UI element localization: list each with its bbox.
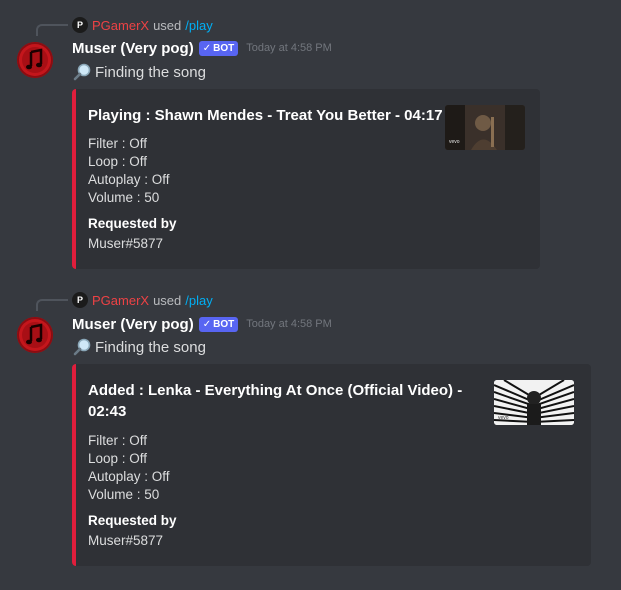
- embed-title-line-2: 02:43: [88, 403, 127, 420]
- avatar[interactable]: [17, 42, 53, 78]
- content-text: Finding the song: [95, 63, 206, 81]
- verified-check-icon: ✓: [202, 42, 212, 54]
- embed-thumbnail[interactable]: vevo: [494, 380, 574, 425]
- reply-context[interactable]: P PGamerX used /play: [72, 291, 213, 309]
- thumbnail-label: vevo: [449, 139, 460, 145]
- embed-thumbnail[interactable]: vevo: [445, 105, 525, 150]
- music-note-icon: [22, 322, 48, 348]
- reply-context[interactable]: P PGamerX used /play: [72, 16, 213, 34]
- reply-command[interactable]: /play: [185, 293, 212, 308]
- embed-line-volume: Volume : 50: [88, 487, 160, 502]
- author-name[interactable]: Muser (Very pog): [72, 40, 194, 57]
- reply-command[interactable]: /play: [185, 18, 212, 33]
- music-note-icon: [22, 47, 48, 73]
- reply-avatar[interactable]: P: [72, 17, 88, 33]
- embed: Playing : Shawn Mendes - Treat You Bette…: [72, 89, 540, 269]
- content-text: Finding the song: [95, 338, 206, 356]
- avatar[interactable]: [17, 317, 53, 353]
- embed-title[interactable]: Added : Lenka - Everything At Once (Offi…: [88, 380, 483, 422]
- reply-used-text: used: [153, 292, 182, 308]
- embed-title[interactable]: Playing : Shawn Mendes - Treat You Bette…: [88, 105, 443, 126]
- embed-field-value: Muser#5877: [88, 533, 164, 548]
- timestamp[interactable]: Today at 4:58 PM: [246, 318, 332, 330]
- reply-username[interactable]: PGamerX: [92, 18, 149, 33]
- message-content: Finding the song: [72, 336, 206, 358]
- embed-line-autoplay: Autoplay : Off: [88, 172, 170, 187]
- message-header: Muser (Very pog) ✓ BOT Today at 4:58 PM: [72, 38, 332, 58]
- embed-line-autoplay: Autoplay : Off: [88, 469, 170, 484]
- reply-avatar[interactable]: P: [72, 292, 88, 308]
- reply-username[interactable]: PGamerX: [92, 293, 149, 308]
- embed: Added : Lenka - Everything At Once (Offi…: [72, 364, 591, 566]
- embed-field-value: Muser#5877: [88, 236, 164, 251]
- verified-check-icon: ✓: [202, 318, 212, 330]
- embed-field-name: Requested by: [88, 513, 177, 528]
- author-name[interactable]: Muser (Very pog): [72, 316, 194, 333]
- reply-connector: [36, 24, 68, 36]
- reply-used-text: used: [153, 17, 182, 33]
- reply-connector: [36, 299, 68, 311]
- bot-tag-label: BOT: [213, 42, 235, 54]
- embed-line-filter: Filter : Off: [88, 433, 148, 448]
- embed-line-loop: Loop : Off: [88, 451, 148, 466]
- embed-line-volume: Volume : 50: [88, 190, 160, 205]
- thumbnail-label: vevo: [498, 415, 509, 421]
- magnifying-glass-icon: [72, 62, 92, 82]
- message-header: Muser (Very pog) ✓ BOT Today at 4:58 PM: [72, 314, 332, 334]
- embed-title-line-1: Added : Lenka - Everything At Once (Offi…: [88, 382, 463, 399]
- bot-tag: ✓ BOT: [198, 40, 239, 56]
- embed-line-loop: Loop : Off: [88, 154, 148, 169]
- bot-tag: ✓ BOT: [198, 316, 239, 332]
- embed-line-filter: Filter : Off: [88, 136, 148, 151]
- embed-field-name: Requested by: [88, 216, 177, 231]
- bot-tag-label: BOT: [213, 318, 235, 330]
- timestamp[interactable]: Today at 4:58 PM: [246, 42, 332, 54]
- magnifying-glass-icon: [72, 337, 92, 357]
- message-content: Finding the song: [72, 61, 206, 83]
